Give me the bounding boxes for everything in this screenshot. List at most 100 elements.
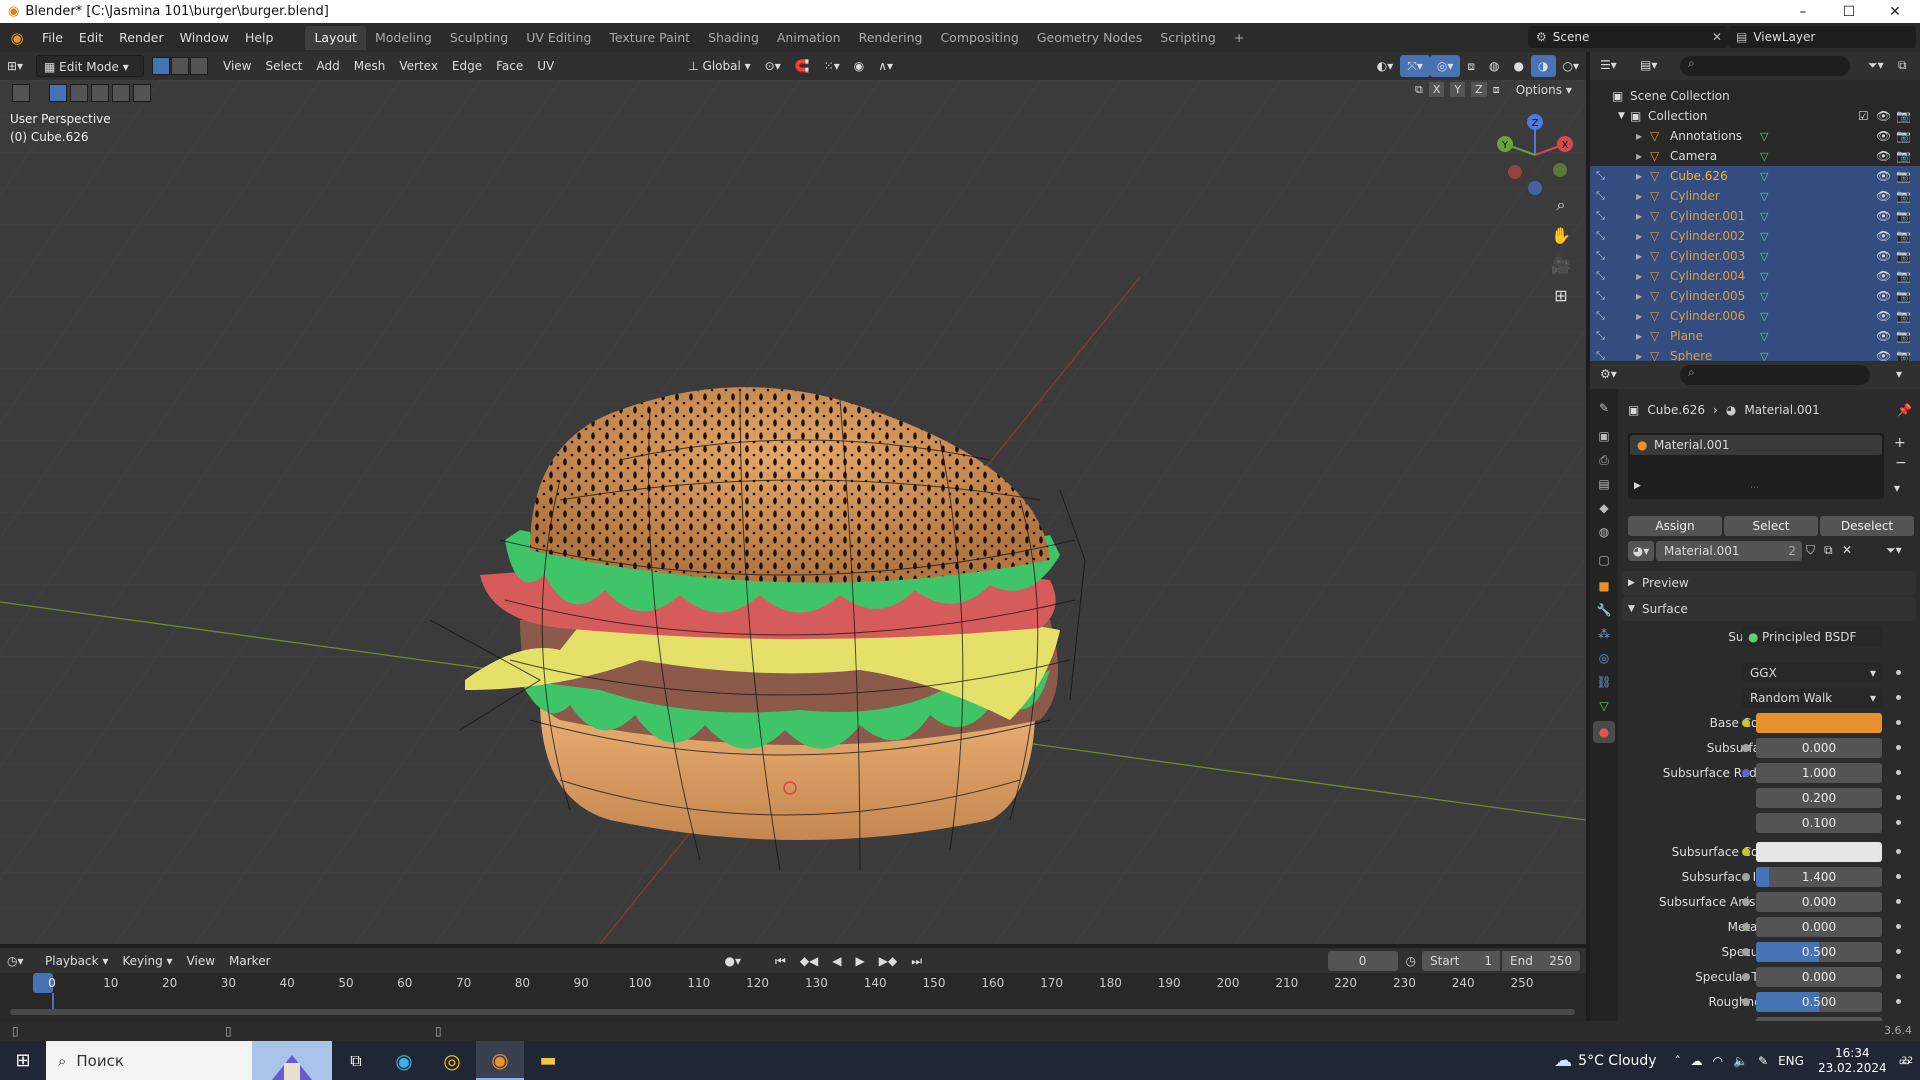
- property-value-field[interactable]: 0.000: [1756, 1017, 1882, 1021]
- render-camera-icon[interactable]: 📷: [1896, 189, 1911, 203]
- menu-timeline-view[interactable]: View: [180, 950, 222, 972]
- expand-arrow-icon[interactable]: ▶: [1636, 192, 1642, 201]
- deselect-button[interactable]: Deselect: [1820, 516, 1914, 536]
- new-collection-icon[interactable]: ⧉: [1898, 58, 1907, 73]
- outliner-item[interactable]: ▶ ▽ Annotations ▽ 👁 📷: [1590, 126, 1920, 146]
- visibility-eye-icon[interactable]: 👁: [1876, 229, 1891, 243]
- snap-target-icon[interactable]: ⁙▾: [817, 55, 847, 77]
- render-camera-icon[interactable]: 📷: [1896, 129, 1911, 143]
- windows-start-icon[interactable]: ⊞: [0, 1050, 46, 1071]
- keyframe-dot-icon[interactable]: [1896, 949, 1901, 954]
- pan-hand-icon[interactable]: ✋: [1548, 222, 1574, 248]
- keyframe-dot-icon[interactable]: [1896, 720, 1901, 725]
- edge-select-button[interactable]: [171, 57, 189, 75]
- zoom-icon[interactable]: ⌕: [1548, 192, 1574, 218]
- edit-mode-toggle-icon[interactable]: ⤡: [1596, 269, 1605, 283]
- data-icon[interactable]: ▽: [1760, 230, 1768, 243]
- input-socket-icon[interactable]: [1742, 923, 1750, 931]
- weather-icon[interactable]: ☁: [1554, 1050, 1572, 1071]
- tab-uv-editing[interactable]: UV Editing: [517, 26, 600, 50]
- menu-keying[interactable]: Keying ▾: [115, 950, 179, 972]
- close-window-button[interactable]: ✕: [1872, 0, 1918, 23]
- keyframe-dot-icon[interactable]: [1896, 670, 1901, 675]
- edge-browser-icon[interactable]: ◉: [380, 1049, 428, 1073]
- menu-help[interactable]: Help: [237, 27, 282, 49]
- select-button[interactable]: Select: [1724, 516, 1818, 536]
- tab-scripting[interactable]: Scripting: [1151, 26, 1225, 50]
- 3d-viewport[interactable]: User Perspective (0) Cube.626 Z X Y ⌕ ✋ …: [0, 80, 1586, 944]
- start-frame-field[interactable]: Start 1: [1422, 950, 1500, 971]
- menu-face[interactable]: Face: [489, 55, 530, 77]
- input-socket-icon[interactable]: [1742, 898, 1750, 906]
- menu-uv[interactable]: UV: [530, 55, 561, 77]
- property-value-field[interactable]: 1.400: [1756, 867, 1882, 887]
- render-camera-icon[interactable]: 📷: [1896, 229, 1911, 243]
- property-value-field[interactable]: 0.000: [1756, 892, 1882, 912]
- keyframe-dot-icon[interactable]: [1896, 924, 1901, 929]
- weather-text[interactable]: 5°C Cloudy: [1578, 1053, 1656, 1069]
- tool-tab-icon[interactable]: ✎: [1593, 397, 1615, 419]
- property-value-field[interactable]: 0.200: [1756, 788, 1882, 808]
- preview-panel-header[interactable]: ▶ Preview: [1622, 571, 1916, 595]
- play-reverse-icon[interactable]: ◀: [825, 950, 848, 972]
- remove-slot-button[interactable]: −: [1895, 455, 1907, 471]
- outliner-editor-icon[interactable]: ☰▾: [1600, 58, 1617, 72]
- material-browse-icon[interactable]: ◕▾: [1628, 541, 1654, 561]
- menu-edit[interactable]: Edit: [71, 27, 111, 49]
- maximize-button[interactable]: ☐: [1826, 0, 1872, 23]
- proportional-edit-icon[interactable]: ◉: [847, 55, 871, 77]
- menu-playback[interactable]: Playback ▾: [38, 950, 115, 972]
- chrome-browser-icon[interactable]: ◎: [428, 1049, 476, 1073]
- vertex-select-button[interactable]: [152, 57, 170, 75]
- expand-arrow-icon[interactable]: ▶: [1636, 292, 1642, 301]
- options-dropdown[interactable]: Options ▾: [1516, 83, 1572, 97]
- data-icon[interactable]: ▽: [1760, 270, 1768, 283]
- property-value-field[interactable]: 0.500: [1756, 942, 1882, 962]
- outliner-item[interactable]: ⤡ ▶ ▽ Cylinder.001 ▽ 👁 📷: [1590, 206, 1920, 226]
- expand-arrow-icon[interactable]: ▶: [1636, 352, 1642, 361]
- color-swatch[interactable]: [1756, 842, 1882, 862]
- output-tab-icon[interactable]: ⎙: [1593, 449, 1615, 471]
- visibility-eye-icon[interactable]: 👁: [1876, 129, 1891, 143]
- constraints-tab-icon[interactable]: ⛓: [1593, 671, 1615, 693]
- keyframe-dot-icon[interactable]: [1896, 874, 1901, 879]
- mirror-y-toggle[interactable]: Y: [1450, 82, 1466, 97]
- chevron-down-icon[interactable]: ▾: [1896, 367, 1902, 381]
- data-icon[interactable]: ▽: [1760, 130, 1768, 143]
- render-camera-icon[interactable]: 📷: [1896, 289, 1911, 303]
- render-camera-icon[interactable]: 📷: [1896, 109, 1911, 123]
- outliner-item[interactable]: ▶ ▽ Camera ▽ 👁 📷: [1590, 146, 1920, 166]
- keyframe-dot-icon[interactable]: [1896, 795, 1901, 800]
- perspective-toggle-icon[interactable]: ⊞: [1548, 282, 1574, 308]
- property-value-field[interactable]: 0.000: [1756, 967, 1882, 987]
- tab-sculpting[interactable]: Sculpting: [441, 26, 517, 50]
- pivot-point-icon[interactable]: ⊙▾: [758, 55, 788, 77]
- tab-animation[interactable]: Animation: [768, 26, 850, 50]
- mirror-x-toggle[interactable]: X: [1428, 82, 1445, 97]
- property-value-field[interactable]: 1.000: [1756, 763, 1882, 783]
- outliner[interactable]: ▣ Scene Collection ▼ ▣ Collection ☑ 👁 📷 …: [1590, 80, 1920, 366]
- notifications-icon[interactable]: ▭ 22: [1899, 1054, 1913, 1068]
- visibility-icon[interactable]: ◐▾: [1370, 55, 1401, 77]
- expand-arrow-icon[interactable]: ▶: [1636, 232, 1642, 241]
- render-camera-icon[interactable]: 📷: [1896, 149, 1911, 163]
- falloff-icon[interactable]: ∧▾: [871, 55, 900, 77]
- slot-specials-icon[interactable]: ▾: [1894, 481, 1900, 495]
- mirror-z-toggle[interactable]: Z: [1471, 82, 1487, 97]
- menu-select[interactable]: Select: [258, 55, 309, 77]
- input-socket-icon[interactable]: [1742, 719, 1750, 727]
- timeline-scrollbar[interactable]: [10, 1009, 1575, 1015]
- physics-tab-icon[interactable]: ◎: [1593, 647, 1615, 669]
- navigation-gizmo[interactable]: Z X Y: [1490, 110, 1580, 200]
- material-tab-icon[interactable]: ●: [1593, 721, 1615, 743]
- visibility-eye-icon[interactable]: 👁: [1876, 209, 1891, 223]
- select-extend-icon[interactable]: [70, 84, 88, 102]
- data-icon[interactable]: ▽: [1760, 210, 1768, 223]
- minimize-button[interactable]: –: [1780, 0, 1826, 23]
- onedrive-icon[interactable]: ☁: [1691, 1054, 1703, 1068]
- menu-add[interactable]: Add: [310, 55, 347, 77]
- outliner-item[interactable]: ⤡ ▶ ▽ Cylinder.006 ▽ 👁 📷: [1590, 306, 1920, 326]
- select-new-icon[interactable]: [49, 84, 67, 102]
- render-camera-icon[interactable]: 📷: [1896, 309, 1911, 323]
- tab-layout[interactable]: Layout: [305, 25, 366, 50]
